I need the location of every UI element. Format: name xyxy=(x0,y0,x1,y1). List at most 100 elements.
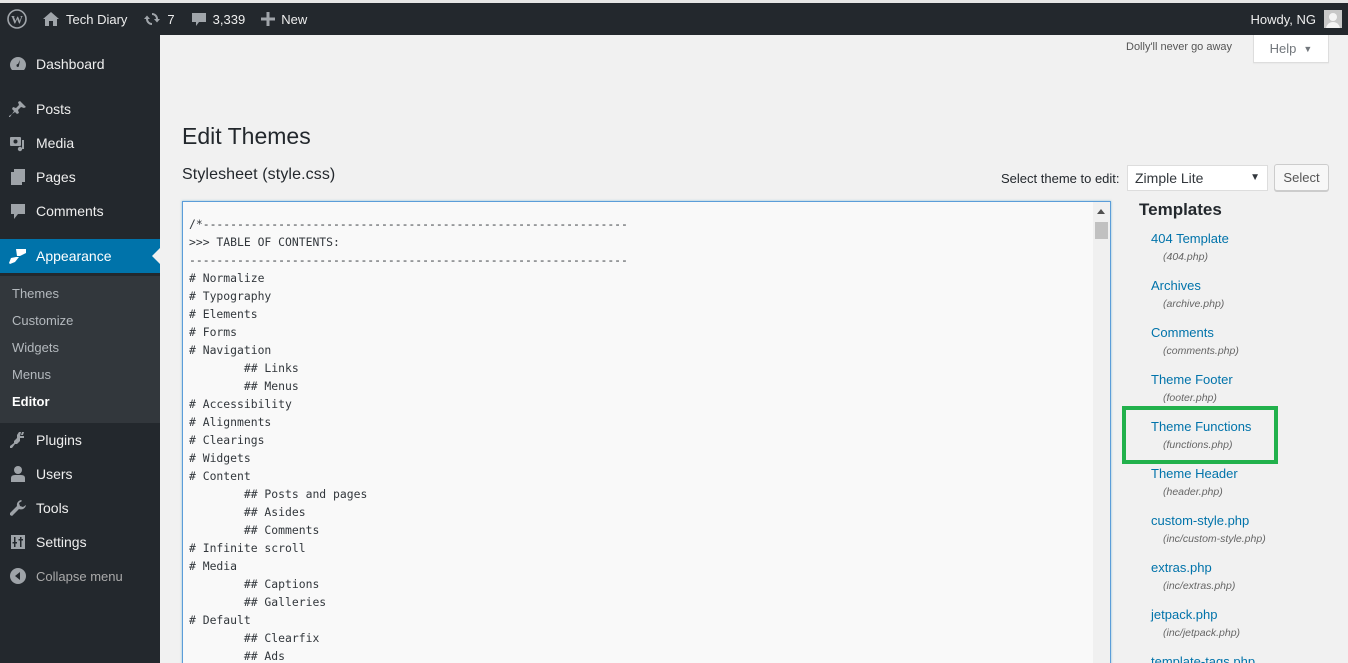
template-item: template-tags.php xyxy=(1151,654,1255,663)
code-line: ## Links xyxy=(189,361,299,375)
code-line: ## Clearfix xyxy=(189,631,320,645)
code-line: # Infinite scroll xyxy=(189,541,306,555)
template-filename: (footer.php) xyxy=(1163,392,1217,404)
page-title: Edit Themes xyxy=(182,123,311,149)
code-line: # Forms xyxy=(189,325,238,339)
code-line: # Accessibility xyxy=(189,397,292,411)
code-line: ## Menus xyxy=(189,379,299,393)
select-theme-button[interactable]: Select xyxy=(1274,164,1329,191)
template-filename: (404.php) xyxy=(1163,251,1208,263)
howdy-text: Howdy, NG xyxy=(1250,11,1317,27)
editor-scrollbar[interactable] xyxy=(1093,202,1110,663)
caret-down-icon: ▼ xyxy=(1303,43,1313,54)
submenu-item-menus[interactable]: Menus xyxy=(12,367,51,382)
template-item: custom-style.php (inc/custom-style.php) xyxy=(1151,513,1266,545)
dashboard-icon xyxy=(0,56,36,72)
code-line: # Alignments xyxy=(189,415,272,429)
sidebar-item-plugins[interactable]: Plugins xyxy=(0,423,160,457)
code-line: ## Galleries xyxy=(189,595,327,609)
template-item: 404 Template (404.php) xyxy=(1151,231,1229,263)
collapse-arrow-icon xyxy=(0,567,36,585)
annotation-highlight-box xyxy=(1122,406,1278,464)
file-title: Stylesheet (style.css) xyxy=(182,166,336,183)
sidebar-item-media[interactable]: Media xyxy=(0,126,160,160)
sidebar-item-tools[interactable]: Tools xyxy=(0,491,160,525)
template-item: Theme Header (header.php) xyxy=(1151,466,1238,498)
plus-icon xyxy=(261,12,276,26)
template-item: extras.php (inc/extras.php) xyxy=(1151,560,1235,592)
wordpress-logo-icon: W xyxy=(7,9,27,29)
comments-link[interactable]: 3,339 xyxy=(183,3,254,35)
new-content-link[interactable]: New xyxy=(253,3,315,35)
code-line: # Elements xyxy=(189,307,258,321)
user-icon xyxy=(0,465,36,483)
site-name-link[interactable]: Tech Diary xyxy=(34,3,135,35)
template-filename: (comments.php) xyxy=(1163,345,1239,357)
template-link[interactable]: Archives xyxy=(1151,278,1224,293)
scrollbar-thumb[interactable] xyxy=(1095,222,1108,239)
help-tab-button[interactable]: Help ▼ xyxy=(1253,35,1329,63)
template-item: jetpack.php (inc/jetpack.php) xyxy=(1151,607,1240,639)
sidebar-item-posts[interactable]: Posts xyxy=(0,92,160,126)
submenu-item-editor[interactable]: Editor xyxy=(12,394,50,409)
sidebar-item-pages[interactable]: Pages xyxy=(0,160,160,194)
template-link[interactable]: extras.php xyxy=(1151,560,1235,575)
sidebar-item-comments[interactable]: Comments xyxy=(0,194,160,228)
sidebar-item-dashboard[interactable]: Dashboard xyxy=(0,47,160,81)
code-line: # Widgets xyxy=(189,451,251,465)
updates-link[interactable]: 7 xyxy=(135,3,182,35)
sidebar-item-settings[interactable]: Settings xyxy=(0,525,160,559)
svg-text:W: W xyxy=(11,13,23,27)
code-line: ## Ads xyxy=(189,649,286,663)
template-link[interactable]: Theme Header xyxy=(1151,466,1238,481)
appearance-submenu: Themes Customize Widgets Menus Editor xyxy=(0,276,160,423)
template-link[interactable]: jetpack.php xyxy=(1151,607,1240,622)
template-link[interactable]: Comments xyxy=(1151,325,1239,340)
code-line: ----------------------------------------… xyxy=(189,253,628,267)
template-link[interactable]: template-tags.php xyxy=(1151,654,1255,663)
caret-down-icon: ▼ xyxy=(1250,172,1260,183)
theme-select[interactable]: Zimple Lite ▼ xyxy=(1127,165,1268,191)
wordpress-logo-menu[interactable]: W xyxy=(0,3,34,35)
pages-icon xyxy=(0,168,36,186)
settings-sliders-icon xyxy=(0,534,36,550)
template-filename: (inc/extras.php) xyxy=(1163,580,1236,592)
template-filename: (inc/jetpack.php) xyxy=(1163,627,1241,639)
template-link[interactable]: Theme Footer xyxy=(1151,372,1233,387)
site-name: Tech Diary xyxy=(66,11,128,27)
template-item: Comments (comments.php) xyxy=(1151,325,1239,357)
submenu-item-customize[interactable]: Customize xyxy=(12,313,73,328)
sidebar-item-users[interactable]: Users xyxy=(0,457,160,491)
code-line: ## Posts and pages xyxy=(189,487,368,501)
sidebar-item-appearance[interactable]: Appearance xyxy=(0,239,160,273)
submenu-item-themes[interactable]: Themes xyxy=(12,286,59,301)
code-line: >>> TABLE OF CONTENTS: xyxy=(189,235,340,249)
templates-heading: Templates xyxy=(1139,200,1222,219)
theme-select-value: Zimple Lite xyxy=(1135,170,1204,186)
code-line: # Normalize xyxy=(189,271,265,285)
code-line: # Typography xyxy=(189,289,272,303)
my-account-menu[interactable]: Howdy, NG xyxy=(1250,3,1342,35)
template-link[interactable]: 404 Template xyxy=(1151,231,1229,246)
updates-count: 7 xyxy=(167,11,175,27)
hello-dolly-lyric: Dolly'll never go away xyxy=(1126,41,1233,53)
admin-bar: W Tech Diary 7 3,339 New Howdy, NG xyxy=(0,3,1348,35)
code-line: # Media xyxy=(189,559,238,573)
wrench-icon xyxy=(0,499,36,517)
comments-count: 3,339 xyxy=(212,11,246,27)
collapse-menu-button[interactable]: Collapse menu xyxy=(0,559,160,593)
media-icon xyxy=(0,134,36,152)
submenu-item-widgets[interactable]: Widgets xyxy=(12,340,59,355)
plug-icon xyxy=(0,431,36,449)
avatar xyxy=(1324,10,1342,28)
template-item: Archives (archive.php) xyxy=(1151,278,1224,310)
paintbrush-icon xyxy=(0,247,36,265)
scroll-up-arrow-icon[interactable] xyxy=(1097,209,1105,214)
template-link[interactable]: custom-style.php xyxy=(1151,513,1266,528)
new-label: New xyxy=(281,11,308,27)
home-icon xyxy=(42,11,60,27)
code-line: /*--------------------------------------… xyxy=(189,217,628,231)
template-filename: (inc/custom-style.php) xyxy=(1163,533,1266,545)
template-item: Theme Footer (footer.php) xyxy=(1151,372,1233,404)
code-editor-textarea[interactable]: /*--------------------------------------… xyxy=(182,201,1111,663)
